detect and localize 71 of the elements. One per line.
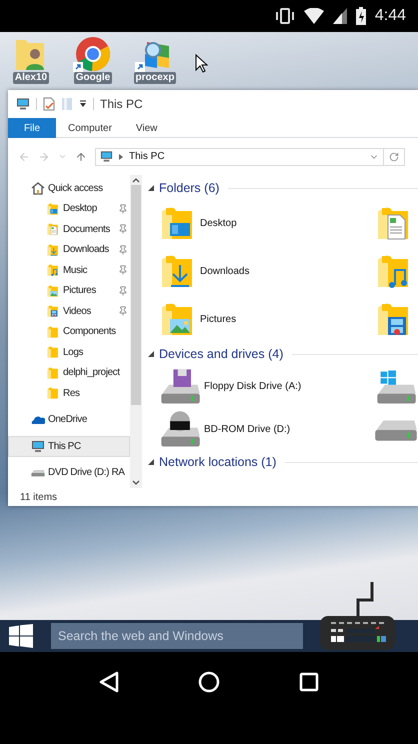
ribbon-tab[interactable]: Computer xyxy=(56,118,124,138)
keyboard-cable-icon xyxy=(356,582,374,616)
nav-item[interactable]: Logs xyxy=(8,342,130,362)
nav-item[interactable]: Res xyxy=(8,383,130,404)
folder-icon xyxy=(46,222,60,236)
folder-icon xyxy=(46,324,60,339)
ribbon-tab[interactable]: View xyxy=(124,118,170,138)
back-icon[interactable] xyxy=(99,671,120,693)
nav-item[interactable]: DVD Drive (D:) RA xyxy=(8,462,130,483)
nav-item[interactable]: Downloads xyxy=(8,240,130,260)
address-path: This PC xyxy=(129,150,166,164)
refresh-icon xyxy=(389,152,399,162)
nav-item[interactable]: Documents xyxy=(8,219,130,240)
folder-icon xyxy=(46,202,60,216)
folder-icon xyxy=(46,386,60,400)
wifi-icon xyxy=(304,8,324,24)
drive-item[interactable]: BD-ROM Drive (D:) xyxy=(158,408,374,451)
folder-icon xyxy=(46,263,60,278)
search-field[interactable]: Search the web and Windows xyxy=(51,623,303,649)
window-title: This PC xyxy=(100,96,143,113)
collapse-triangle-icon[interactable] xyxy=(148,351,154,357)
recents-icon[interactable] xyxy=(298,672,319,692)
nav-item[interactable]: Pictures xyxy=(8,280,130,301)
signal-icon xyxy=(332,8,347,24)
nav-item[interactable]: Quick access xyxy=(8,178,130,198)
group-header: Devices and drives (4) xyxy=(159,346,284,363)
nav-item[interactable]: Desktop xyxy=(8,198,130,219)
group-header: Network locations (1) xyxy=(159,454,276,471)
folder-icon xyxy=(46,304,60,318)
cloud-icon xyxy=(31,414,45,425)
computer-icon xyxy=(100,150,113,163)
folder-item[interactable]: Downloads xyxy=(158,247,374,295)
up-arrow-icon[interactable] xyxy=(75,150,87,162)
browser-icon xyxy=(75,36,111,72)
ribbon-tab[interactable]: File xyxy=(8,118,56,138)
nav-item[interactable]: OneDrive xyxy=(8,410,130,430)
folder-icon xyxy=(46,284,60,298)
computer-icon xyxy=(31,440,45,453)
properties-icon[interactable] xyxy=(43,97,55,111)
clock-time: 4:44 xyxy=(374,6,406,26)
folder-item[interactable]: Pictures xyxy=(158,295,374,343)
drive-icon xyxy=(31,468,45,477)
refresh-button[interactable] xyxy=(384,148,405,166)
nav-item[interactable]: delphi_project xyxy=(8,362,130,383)
mouse-cursor-icon xyxy=(195,54,209,74)
collapse-triangle-icon[interactable] xyxy=(148,185,154,191)
home-icon xyxy=(31,181,45,196)
nav-item[interactable]: Music xyxy=(8,260,130,280)
nav-item[interactable]: Components xyxy=(8,322,130,342)
keyboard-button[interactable] xyxy=(320,616,395,650)
folder-icon xyxy=(46,366,60,380)
folder-icon xyxy=(46,345,60,360)
scrollbar[interactable] xyxy=(130,175,142,488)
nav-item[interactable]: Videos xyxy=(8,301,130,322)
folder-item[interactable]: Desktop xyxy=(158,199,374,247)
computer-icon[interactable] xyxy=(16,97,30,111)
breadcrumb-caret-icon xyxy=(119,154,123,160)
scrollbar-thumb[interactable] xyxy=(131,185,141,405)
collapse-triangle-icon[interactable] xyxy=(148,459,154,465)
home-icon[interactable] xyxy=(198,671,220,693)
group-header: Folders (6) xyxy=(159,180,220,197)
address-field[interactable]: This PC xyxy=(95,148,384,166)
drive-icon xyxy=(374,418,418,442)
folder-icon xyxy=(46,242,60,257)
nav-item[interactable]: This PC xyxy=(8,436,130,456)
item-count: 11 items xyxy=(20,490,58,504)
battery-icon xyxy=(356,7,366,25)
vibrate-icon xyxy=(274,8,295,24)
windows-logo-icon[interactable] xyxy=(9,624,33,648)
drive-item[interactable]: Floppy Disk Drive (A:) xyxy=(158,365,374,408)
dropdown-caret-icon[interactable] xyxy=(79,100,87,108)
